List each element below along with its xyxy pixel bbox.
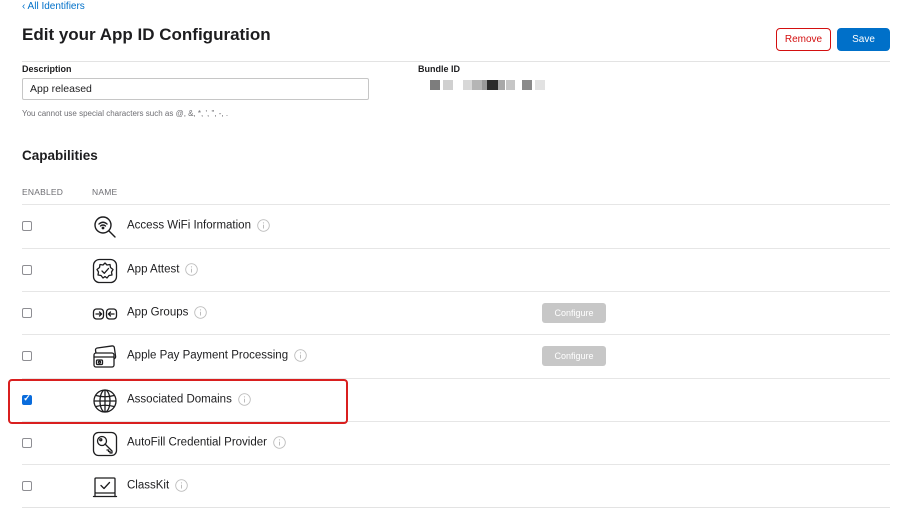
capability-row-app-attest: App Attest xyxy=(22,248,890,291)
app-groups-icon xyxy=(92,308,118,320)
enabled-column-header: ENABLED xyxy=(22,187,64,197)
bundle-id-value-redacted xyxy=(430,80,550,90)
enable-checkbox[interactable] xyxy=(22,221,32,231)
key-icon xyxy=(92,431,118,457)
apple-pay-icon xyxy=(93,345,117,368)
capability-row-app-groups: App Groups Configure xyxy=(22,291,890,334)
description-hint: You cannot use special characters such a… xyxy=(22,109,229,118)
info-icon[interactable] xyxy=(273,436,286,449)
capabilities-title: Capabilities xyxy=(22,148,98,163)
capability-row-classkit: ClassKit xyxy=(22,464,890,507)
remove-button[interactable]: Remove xyxy=(776,28,831,51)
capability-name: ClassKit xyxy=(127,479,188,492)
capability-row-access-wifi: Access WiFi Information xyxy=(22,204,890,247)
info-icon[interactable] xyxy=(194,306,208,319)
app-attest-icon xyxy=(92,258,118,284)
description-label: Description xyxy=(22,64,72,74)
all-identifiers-link[interactable]: ‹ All Identifiers xyxy=(22,1,85,12)
bundle-id-label: Bundle ID xyxy=(418,64,460,74)
name-column-header: NAME xyxy=(92,187,118,197)
capability-name: App Attest xyxy=(127,263,199,276)
header-divider xyxy=(22,61,890,62)
enable-checkbox[interactable] xyxy=(22,265,32,275)
capability-row-autofill: AutoFill Credential Provider xyxy=(22,421,890,464)
capability-name: Access WiFi Information xyxy=(127,219,270,232)
wifi-info-icon xyxy=(94,216,116,238)
enable-checkbox[interactable] xyxy=(22,308,32,318)
info-icon[interactable] xyxy=(294,349,307,362)
enable-checkbox[interactable] xyxy=(22,438,32,448)
classkit-icon xyxy=(92,477,118,498)
info-icon[interactable] xyxy=(185,263,199,276)
info-icon[interactable] xyxy=(175,479,188,492)
configure-button[interactable]: Configure xyxy=(542,346,606,366)
enable-checkbox[interactable] xyxy=(22,481,32,491)
save-button[interactable]: Save xyxy=(837,28,890,51)
capability-row-apple-pay: Apple Pay Payment Processing Configure xyxy=(22,334,890,377)
page-title: Edit your App ID Configuration xyxy=(22,25,271,44)
description-input[interactable] xyxy=(22,78,369,100)
capability-name: App Groups xyxy=(127,306,208,319)
info-icon[interactable] xyxy=(257,219,270,232)
table-bottom-divider xyxy=(22,507,890,508)
configure-button[interactable]: Configure xyxy=(542,303,606,323)
capability-name: Apple Pay Payment Processing xyxy=(127,349,307,362)
enable-checkbox[interactable] xyxy=(22,351,32,361)
highlight-annotation xyxy=(8,379,348,424)
capability-name: AutoFill Credential Provider xyxy=(127,436,286,449)
